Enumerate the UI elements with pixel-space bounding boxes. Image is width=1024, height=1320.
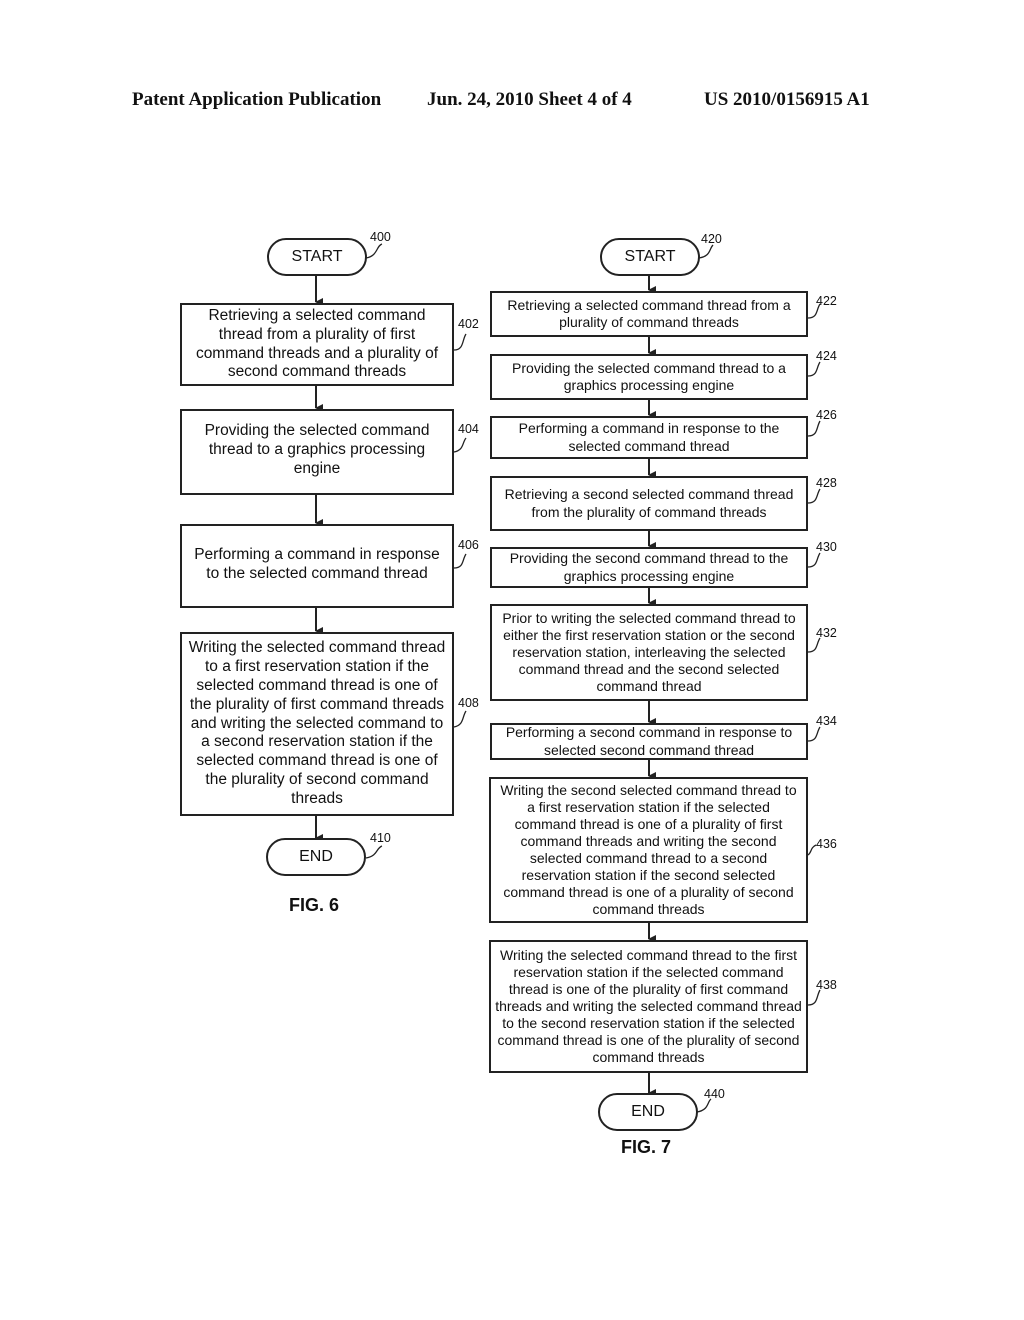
fig7-step-436-ref: 436 bbox=[816, 837, 837, 851]
fig6-end-label: END bbox=[299, 848, 333, 865]
fig7-step-426: Performing a command in response to the … bbox=[490, 416, 808, 459]
fig7-caption: FIG. 7 bbox=[621, 1137, 672, 1157]
leader-424 bbox=[807, 361, 821, 377]
fig7-step-436: Writing the second selected command thre… bbox=[489, 777, 808, 923]
leader-434 bbox=[807, 726, 821, 742]
leader-408 bbox=[453, 710, 467, 728]
fig7-step-422-ref: 422 bbox=[816, 294, 837, 308]
fig6-step-408-ref: 408 bbox=[458, 696, 479, 710]
fig7-step-434-ref: 434 bbox=[816, 714, 837, 728]
leader-410 bbox=[365, 845, 383, 859]
fig6-step-408: Writing the selected command thread to a… bbox=[180, 632, 454, 816]
fig7-step-438-ref: 438 bbox=[816, 978, 837, 992]
fig6-step-402-text: Retrieving a selected command thread fro… bbox=[195, 306, 439, 381]
fig7-end-label: END bbox=[631, 1103, 665, 1120]
leader-402 bbox=[453, 333, 467, 351]
leader-438 bbox=[807, 989, 821, 1006]
fig7-step-428: Retrieving a second selected command thr… bbox=[490, 476, 808, 531]
leader-428 bbox=[807, 488, 821, 504]
fig6-end-ref: 410 bbox=[370, 831, 391, 845]
fig7-step-426-ref: 426 bbox=[816, 408, 837, 422]
fig7-start-label: START bbox=[624, 248, 676, 265]
leader-400 bbox=[365, 243, 383, 259]
fig6-caption: FIG. 6 bbox=[289, 895, 340, 915]
fig7-step-436-text: Writing the second selected command thre… bbox=[500, 781, 797, 918]
fig6-start-terminal: START bbox=[267, 238, 367, 276]
leader-436 bbox=[807, 844, 817, 856]
publication-number: US 2010/0156915 A1 bbox=[704, 89, 870, 110]
leader-406 bbox=[453, 553, 467, 569]
fig7-step-424-ref: 424 bbox=[816, 349, 837, 363]
fig7-end-ref: 440 bbox=[704, 1087, 725, 1101]
fig7-step-430-text: Providing the second command thread to t… bbox=[509, 550, 789, 584]
fig7-step-428-ref: 428 bbox=[816, 476, 837, 490]
fig7-step-434: Performing a second command in response … bbox=[490, 723, 808, 760]
fig6-step-404-text: Providing the selected command thread to… bbox=[204, 422, 430, 477]
fig7-step-422: Retrieving a selected command thread fro… bbox=[490, 291, 808, 337]
fig6-step-408-text: Writing the selected command thread to a… bbox=[188, 638, 446, 808]
leader-432 bbox=[807, 637, 821, 653]
fig6-step-406-text: Performing a command in response to the … bbox=[194, 546, 440, 582]
fig7-step-432-text: Prior to writing the selected command th… bbox=[502, 609, 796, 695]
fig7-step-422-text: Retrieving a selected command thread fro… bbox=[507, 296, 791, 330]
leader-420 bbox=[698, 244, 714, 259]
fig7-start-ref: 420 bbox=[701, 232, 722, 246]
fig7-step-432-ref: 432 bbox=[816, 626, 837, 640]
fig6-step-402: Retrieving a selected command thread fro… bbox=[180, 303, 454, 386]
fig7-step-432: Prior to writing the selected command th… bbox=[490, 604, 808, 701]
fig6-end-terminal: END bbox=[266, 838, 366, 876]
fig6-start-ref: 400 bbox=[370, 230, 391, 244]
leader-404 bbox=[453, 437, 467, 453]
fig6-step-404-ref: 404 bbox=[458, 422, 479, 436]
leader-426 bbox=[807, 420, 821, 437]
publication-date-sheet: Jun. 24, 2010 Sheet 4 of 4 bbox=[427, 89, 632, 110]
fig7-step-438-text: Writing the selected command thread to t… bbox=[495, 946, 802, 1066]
leader-430 bbox=[807, 552, 821, 568]
fig7-step-430-ref: 430 bbox=[816, 540, 837, 554]
fig7-step-438: Writing the selected command thread to t… bbox=[489, 940, 808, 1073]
fig6-step-406-ref: 406 bbox=[458, 538, 479, 552]
fig7-start-terminal: START bbox=[600, 238, 700, 276]
fig7-step-428-text: Retrieving a second selected command thr… bbox=[504, 486, 794, 520]
fig6-step-406: Performing a command in response to the … bbox=[180, 524, 454, 608]
fig7-step-424: Providing the selected command thread to… bbox=[490, 354, 808, 400]
fig7-step-424-text: Providing the selected command thread to… bbox=[512, 359, 786, 393]
fig6-step-402-ref: 402 bbox=[458, 317, 479, 331]
publication-type: Patent Application Publication bbox=[132, 89, 382, 110]
fig6-step-404: Providing the selected command thread to… bbox=[180, 409, 454, 495]
fig7-step-430: Providing the second command thread to t… bbox=[490, 547, 808, 588]
fig6-start-label: START bbox=[291, 248, 343, 265]
fig7-step-434-text: Performing a second command in response … bbox=[505, 724, 793, 758]
fig7-end-terminal: END bbox=[598, 1093, 698, 1131]
fig7-step-426-text: Performing a command in response to the … bbox=[518, 420, 780, 454]
